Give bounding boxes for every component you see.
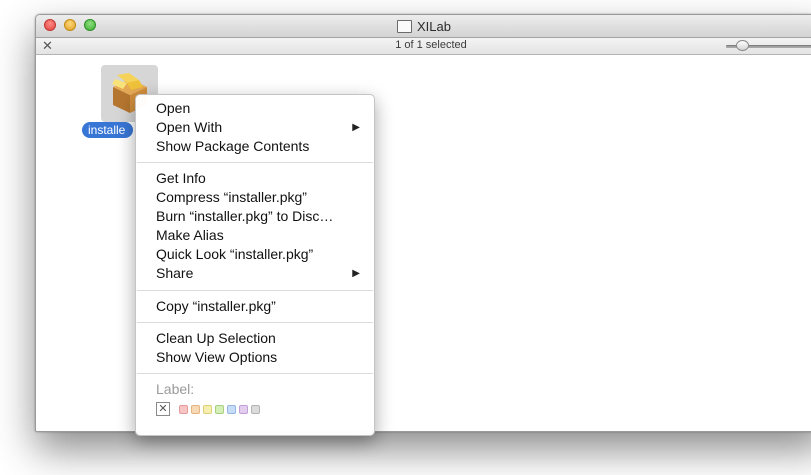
label-blue-swatch[interactable]	[227, 404, 236, 414]
label-green-swatch[interactable]	[215, 404, 224, 414]
close-button[interactable]	[44, 19, 56, 31]
menu-separator	[137, 322, 373, 323]
menu-item-label: Open With	[156, 119, 223, 135]
selection-status: 1 of 1 selected	[395, 39, 467, 51]
label-orange-swatch[interactable]	[191, 404, 200, 414]
menu-item-label: Burn “installer.pkg” to Disc…	[156, 208, 334, 224]
menu-item-show-view-options[interactable]: Show View Options	[136, 348, 374, 367]
label-none-icon[interactable]: ✕	[156, 402, 170, 416]
menu-item-copy[interactable]: Copy “installer.pkg”	[136, 297, 374, 316]
label-red-swatch[interactable]	[179, 404, 188, 414]
title-bar[interactable]: XILab	[36, 15, 811, 38]
submenu-arrow-icon: ▶	[352, 268, 360, 279]
label-color-picker: ✕	[156, 402, 263, 416]
menu-item-label: Make Alias	[156, 227, 224, 243]
menu-separator	[137, 373, 373, 374]
label-gray-swatch[interactable]	[251, 404, 260, 414]
menu-item-clean-up-selection[interactable]: Clean Up Selection	[136, 329, 374, 348]
menu-item-open[interactable]: Open	[136, 99, 374, 118]
status-bar: ✕ 1 of 1 selected	[36, 38, 811, 55]
menu-item-label: Compress “installer.pkg”	[156, 189, 307, 205]
menu-separator	[137, 162, 373, 163]
menu-item-share[interactable]: Share ▶	[136, 264, 374, 283]
menu-item-label: Copy “installer.pkg”	[156, 298, 276, 314]
menu-item-label: Get Info	[156, 170, 206, 186]
label-swatches	[179, 404, 263, 414]
label-heading: Label:	[156, 381, 195, 397]
label-purple-swatch[interactable]	[239, 404, 248, 414]
menu-item-compress[interactable]: Compress “installer.pkg”	[136, 188, 374, 207]
context-menu: Open Open With ▶ Show Package Contents G…	[135, 94, 375, 436]
submenu-arrow-icon: ▶	[352, 122, 360, 133]
window-title: XILab	[417, 18, 451, 34]
menu-item-label: Show Package Contents	[156, 138, 310, 154]
menu-item-label: Quick Look “installer.pkg”	[156, 246, 314, 262]
menu-item-label: Share	[156, 265, 194, 281]
zoom-button[interactable]	[84, 19, 96, 31]
folder-proxy-icon[interactable]	[397, 19, 412, 33]
menu-item-show-package-contents[interactable]: Show Package Contents	[136, 137, 374, 156]
menu-item-quick-look[interactable]: Quick Look “installer.pkg”	[136, 245, 374, 264]
menu-item-get-info[interactable]: Get Info	[136, 169, 374, 188]
menu-item-burn[interactable]: Burn “installer.pkg” to Disc…	[136, 207, 374, 226]
minimize-button[interactable]	[64, 19, 76, 31]
icon-size-slider-knob[interactable]	[736, 40, 749, 51]
menu-separator	[137, 290, 373, 291]
menu-item-label: Clean Up Selection	[156, 330, 276, 346]
menu-item-label: Show View Options	[156, 349, 278, 365]
file-name-label[interactable]: installe	[82, 122, 134, 138]
menu-item-label: Open	[156, 100, 191, 116]
menu-item-make-alias[interactable]: Make Alias	[136, 226, 374, 245]
window-title-group: XILab	[397, 18, 451, 34]
menu-item-open-with[interactable]: Open With ▶	[136, 118, 374, 137]
label-yellow-swatch[interactable]	[203, 404, 212, 414]
